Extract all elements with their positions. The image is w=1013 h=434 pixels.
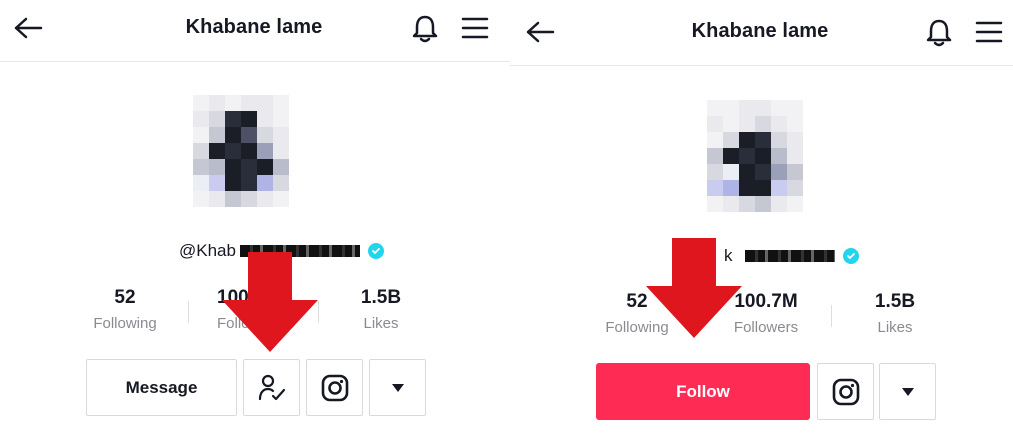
top-bar: Khabane lame <box>0 0 510 62</box>
instagram-button[interactable] <box>817 363 874 420</box>
caret-down-icon <box>901 387 914 396</box>
username: k <box>724 246 859 266</box>
red-down-arrow-annotation <box>222 252 318 352</box>
avatar[interactable] <box>707 100 803 212</box>
friends-button[interactable] <box>243 359 300 416</box>
instagram-icon <box>321 374 348 401</box>
stat-likes[interactable]: 1.5B Likes <box>845 291 945 336</box>
caret-down-icon <box>391 383 404 392</box>
verified-badge-icon <box>367 243 384 259</box>
more-options-button[interactable] <box>879 363 936 420</box>
stat-label: Likes <box>877 319 913 336</box>
follow-button-label: Follow <box>676 381 730 401</box>
follow-button[interactable]: Follow <box>596 363 810 420</box>
instagram-button[interactable] <box>306 359 363 416</box>
hamburger-menu-icon <box>461 17 489 39</box>
stat-likes[interactable]: 1.5B Likes <box>331 287 431 332</box>
more-options-button[interactable] <box>369 359 426 416</box>
top-bar: Khabane lame <box>510 0 1013 66</box>
menu-button[interactable] <box>971 15 1007 49</box>
stat-divider <box>188 301 189 323</box>
message-button-label: Message <box>125 377 198 397</box>
message-button[interactable]: Message <box>86 359 237 416</box>
stat-divider <box>831 305 832 327</box>
stat-value: 1.5B <box>360 287 402 308</box>
avatar[interactable] <box>193 95 289 207</box>
bell-icon <box>412 15 438 43</box>
instagram-icon <box>832 378 859 405</box>
redaction-mask <box>744 250 835 262</box>
bell-icon <box>926 19 952 47</box>
stat-label: Likes <box>363 315 399 332</box>
notifications-button[interactable] <box>921 15 957 49</box>
notifications-button[interactable] <box>407 11 443 45</box>
stat-value: 52 <box>114 287 136 308</box>
menu-button[interactable] <box>457 11 493 45</box>
user-check-icon <box>258 374 285 400</box>
stat-label: Following <box>93 315 157 332</box>
stat-following[interactable]: 52 Following <box>75 287 175 332</box>
verified-badge-icon <box>842 248 859 264</box>
hamburger-menu-icon <box>975 21 1003 43</box>
red-down-arrow-annotation <box>646 238 742 338</box>
profile-panel-right: Khabane lame k 52 Following 100.7M Follo… <box>510 0 1013 434</box>
profile-panel-left: Khabane lame @Khab 52 Following 100 Foll… <box>0 0 510 434</box>
stat-value: 1.5B <box>874 291 916 312</box>
